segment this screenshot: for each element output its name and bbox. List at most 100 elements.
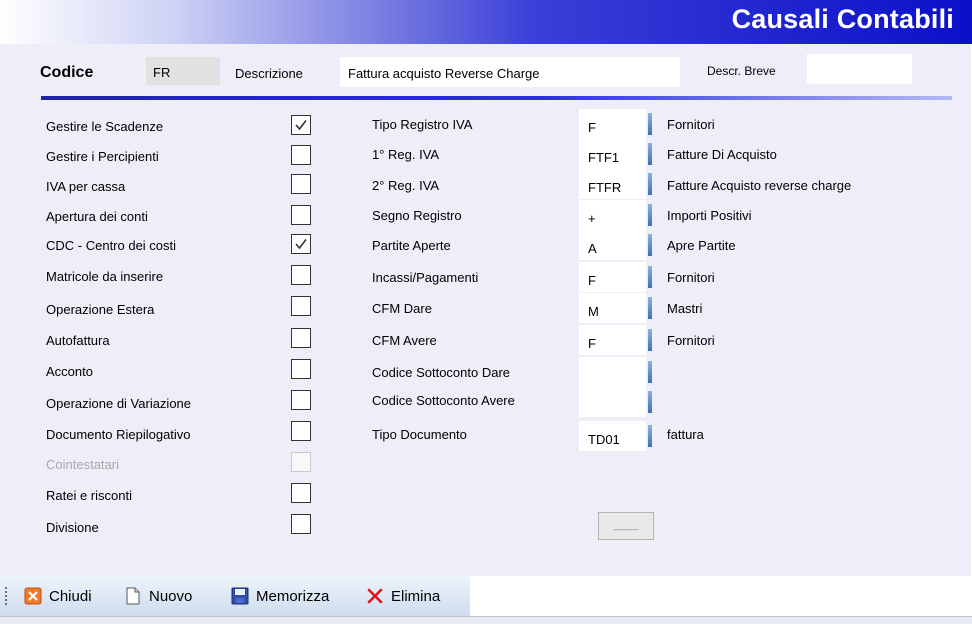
field-input[interactable]: M: [579, 293, 646, 323]
lookup-icon: [648, 425, 652, 447]
field-input[interactable]: TD01: [579, 421, 646, 451]
close-icon: [24, 587, 42, 605]
field-label: Incassi/Pagamenti: [372, 270, 479, 285]
flag-label: Acconto: [46, 364, 93, 379]
field-label: 2° Reg. IVA: [372, 178, 440, 193]
flag-checkbox[interactable]: [291, 421, 311, 441]
flag-checkbox[interactable]: [291, 115, 311, 135]
flag-checkbox[interactable]: [291, 145, 311, 165]
elimina-label: Elimina: [391, 587, 441, 605]
field-description: Fornitori: [667, 270, 715, 285]
lookup-button[interactable]: [646, 421, 654, 451]
flag-checkbox[interactable]: [291, 205, 311, 225]
flag-checkbox[interactable]: [291, 514, 311, 534]
flag-label: Autofattura: [46, 333, 110, 348]
field-description: Fornitori: [667, 333, 715, 348]
lookup-icon: [648, 113, 652, 135]
flag-label: Documento Riepilogativo: [46, 427, 191, 442]
chiudi-label: Chiudi: [49, 587, 92, 605]
field-input[interactable]: FTF1: [579, 139, 646, 169]
lookup-button[interactable]: [646, 357, 654, 387]
field-label: Segno Registro: [372, 208, 462, 223]
descr-breve-label: Descr. Breve: [707, 64, 776, 78]
flag-checkbox[interactable]: [291, 296, 311, 316]
save-icon: [231, 587, 249, 605]
lookup-button[interactable]: [646, 109, 654, 139]
field-description: fattura: [667, 427, 704, 442]
lookup-button[interactable]: [646, 139, 654, 169]
toolbar: Chiudi Nuovo Memorizza Elimina: [0, 576, 470, 616]
flag-label: Operazione Estera: [46, 302, 155, 317]
lookup-icon: [648, 391, 652, 413]
field-label: Partite Aperte: [372, 238, 451, 253]
field-input[interactable]: +: [579, 200, 646, 230]
flag-label: Operazione di Variazione: [46, 396, 192, 411]
flag-checkbox[interactable]: [291, 234, 311, 254]
field-input[interactable]: F: [579, 325, 646, 355]
chiudi-button[interactable]: Chiudi: [24, 585, 92, 607]
window-title: Causali Contabili: [731, 4, 954, 34]
lookup-icon: [648, 204, 652, 226]
lookup-button[interactable]: [646, 325, 654, 355]
title-bar: Causali Contabili: [0, 0, 972, 44]
lookup-icon: [648, 329, 652, 351]
delete-icon: [366, 587, 384, 605]
field-label: Tipo Registro IVA: [372, 117, 473, 132]
codice-label: Codice: [40, 64, 94, 81]
lookup-button[interactable]: [646, 200, 654, 230]
lookup-icon: [648, 173, 652, 195]
field-input[interactable]: A: [579, 230, 646, 260]
sottoconto-input[interactable]: [579, 357, 646, 417]
descrizione-label: Descrizione: [235, 66, 303, 81]
field-input[interactable]: FTFR: [579, 169, 646, 199]
flag-checkbox[interactable]: [291, 328, 311, 348]
field-description: Apre Partite: [667, 238, 736, 253]
lookup-icon: [648, 266, 652, 288]
nuovo-button[interactable]: Nuovo: [124, 585, 192, 607]
header-separator: [41, 96, 952, 100]
flag-checkbox[interactable]: [291, 174, 311, 194]
lookup-button[interactable]: [646, 293, 654, 323]
flag-checkbox[interactable]: [291, 359, 311, 379]
nuovo-label: Nuovo: [149, 587, 193, 605]
lookup-button[interactable]: [646, 230, 654, 260]
flag-label: Divisione: [46, 520, 99, 535]
field-description: Fatture Acquisto reverse charge: [667, 178, 852, 193]
field-input[interactable]: F: [579, 109, 646, 139]
flag-checkbox[interactable]: [291, 265, 311, 285]
flag-label: IVA per cassa: [46, 179, 126, 194]
flag-label: Apertura dei conti: [46, 209, 148, 224]
memorizza-button[interactable]: Memorizza: [231, 585, 329, 607]
field-label: CFM Avere: [372, 333, 437, 348]
field-description: Fornitori: [667, 117, 715, 132]
lookup-button[interactable]: [646, 262, 654, 292]
flag-label: Ratei e risconti: [46, 488, 132, 503]
memorizza-label: Memorizza: [256, 587, 330, 605]
field-input[interactable]: F: [579, 262, 646, 292]
flag-label: Matricole da inserire: [46, 269, 164, 284]
field-label: Tipo Documento: [372, 427, 467, 442]
lookup-icon: [648, 361, 652, 383]
field-label: CFM Dare: [372, 301, 432, 316]
check-icon: [295, 120, 307, 131]
descrizione-input[interactable]: Fattura acquisto Reverse Charge: [340, 57, 680, 87]
field-label: Codice Sottoconto Dare: [372, 365, 511, 380]
toolbar-grip[interactable]: [5, 586, 7, 606]
lookup-button[interactable]: [646, 387, 654, 417]
field-description: Mastri: [667, 301, 703, 316]
flag-label: Cointestatari: [46, 457, 119, 472]
flag-checkbox[interactable]: [291, 483, 311, 503]
check-icon: [295, 239, 307, 250]
field-description: Importi Positivi: [667, 208, 752, 223]
small-action-button[interactable]: ____: [598, 512, 654, 540]
flag-checkbox[interactable]: [291, 390, 311, 410]
flag-label: CDC - Centro dei costi: [46, 238, 177, 253]
field-description: Fatture Di Acquisto: [667, 147, 777, 162]
lookup-button[interactable]: [646, 169, 654, 199]
field-label: 1° Reg. IVA: [372, 147, 440, 162]
lookup-icon: [648, 234, 652, 256]
flag-label: Gestire le Scadenze: [46, 119, 164, 134]
flag-label: Gestire i Percipienti: [46, 149, 159, 164]
descr-breve-input[interactable]: [807, 54, 912, 84]
elimina-button[interactable]: Elimina: [366, 585, 440, 607]
